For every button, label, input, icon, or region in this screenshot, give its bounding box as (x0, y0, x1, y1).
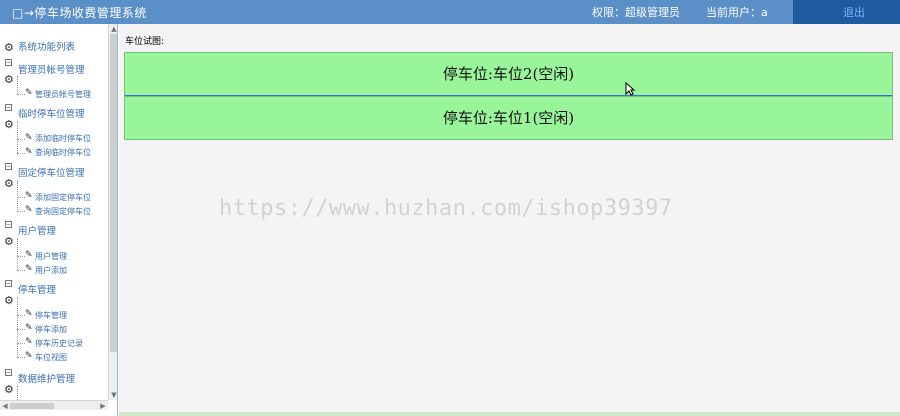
gear-icon: ⚙ (4, 294, 14, 307)
pencil-icon: ✎ (25, 147, 33, 157)
current-user-label: 当前用户：a (706, 6, 768, 19)
pencil-icon: ✎ (25, 337, 33, 347)
pencil-icon: ✎ (25, 205, 33, 215)
slot-view-caption: 车位试图: (125, 37, 165, 47)
sidebar-group-users[interactable]: 用户管理 (18, 223, 56, 237)
pencil-icon: ✎ (25, 309, 33, 319)
sidebar-horizontal-scrollbar[interactable]: ◀ ▶ (0, 400, 108, 410)
sidebar-group-data-maintenance[interactable]: 数据维护管理 (18, 371, 75, 385)
pencil-icon: ✎ (25, 88, 33, 98)
permission-label: 权限：超级管理员 (592, 6, 680, 19)
collapse-toggle[interactable]: − (5, 221, 12, 228)
sidebar-item-parking-history[interactable]: 停车历史记录 (35, 338, 83, 349)
tree-root[interactable]: 系统功能列表 (18, 39, 75, 53)
sidebar-item-user-manage[interactable]: 用户管理 (35, 251, 67, 262)
sidebar-item-query-fixed-slot[interactable]: 查询固定停车位 (35, 206, 91, 217)
sidebar-item-admin-accounts[interactable]: 管理员帐号管理 (35, 89, 91, 100)
sidebar-item-slot-view[interactable]: 车位视图 (35, 352, 67, 363)
function-tree: ⚙ 系统功能列表 − 管理员帐号管理 ⚙ ✎ 管理员帐号管理 − 临时停车位管理… (0, 24, 108, 400)
pencil-icon: ✎ (25, 191, 33, 201)
pencil-icon: ✎ (25, 264, 33, 274)
bottom-strip (119, 412, 900, 416)
gear-icon: ⚙ (4, 118, 14, 131)
gear-icon: ⚙ (4, 73, 14, 86)
logout-link[interactable]: 退出 (843, 4, 865, 20)
collapse-toggle[interactable]: − (5, 369, 12, 376)
scroll-left-arrow-icon[interactable]: ◀ (0, 401, 10, 411)
sidebar-group-temp-parking[interactable]: 临时停车位管理 (18, 106, 85, 120)
pencil-icon: ✎ (25, 351, 33, 361)
collapse-toggle[interactable]: − (5, 163, 12, 170)
mouse-cursor-icon (625, 82, 635, 96)
gear-icon: ⚙ (4, 41, 14, 54)
collapse-toggle[interactable]: − (5, 59, 12, 66)
sidebar-item-add-temp-slot[interactable]: 添加临时停车位 (35, 133, 91, 144)
sidebar-vertical-scrollbar[interactable]: ▲ ▼ (108, 24, 117, 400)
pencil-icon: ✎ (25, 323, 33, 333)
parking-slot-1[interactable]: 停车位:车位1(空闲) (124, 96, 893, 140)
gear-icon: ⚙ (4, 235, 14, 248)
gear-icon: ⚙ (4, 383, 14, 396)
sidebar-item-user-add[interactable]: 用户添加 (35, 265, 67, 276)
watermark: https://www.huzhan.com/ishop39397 (219, 196, 673, 221)
gear-icon: ⚙ (4, 177, 14, 190)
logout-area: 退出 (793, 0, 900, 24)
scrollbar-thumb[interactable] (110, 34, 117, 352)
scroll-down-arrow-icon[interactable]: ▼ (109, 390, 117, 400)
scroll-up-arrow-icon[interactable]: ▲ (109, 24, 117, 34)
sidebar-item-add-fixed-slot[interactable]: 添加固定停车位 (35, 192, 91, 203)
sidebar: ⚙ 系统功能列表 − 管理员帐号管理 ⚙ ✎ 管理员帐号管理 − 临时停车位管理… (0, 24, 118, 416)
pencil-icon: ✎ (25, 133, 33, 143)
sidebar-group-admin[interactable]: 管理员帐号管理 (18, 62, 85, 76)
sidebar-group-parking[interactable]: 停车管理 (18, 282, 56, 296)
collapse-toggle[interactable]: − (5, 280, 12, 287)
pencil-icon: ✎ (25, 250, 33, 260)
app-title: □→停车场收费管理系统 (12, 6, 147, 20)
sidebar-item-parking-add[interactable]: 停车添加 (35, 324, 67, 335)
scrollbar-thumb[interactable] (10, 403, 54, 409)
top-bar: □→停车场收费管理系统 权限：超级管理员 当前用户：a 退出 (0, 0, 900, 24)
collapse-toggle[interactable]: − (5, 104, 12, 111)
sidebar-group-fixed-parking[interactable]: 固定停车位管理 (18, 165, 85, 179)
scroll-right-arrow-icon[interactable]: ▶ (98, 401, 108, 411)
sidebar-item-parking-manage[interactable]: 停车管理 (35, 310, 67, 321)
parking-slot-2[interactable]: 停车位:车位2(空闲) (124, 52, 893, 96)
main-content: 车位试图: 停车位:车位2(空闲) 停车位:车位1(空闲) https://ww… (119, 24, 900, 416)
sidebar-item-query-temp-slot[interactable]: 查询临时停车位 (35, 147, 91, 158)
